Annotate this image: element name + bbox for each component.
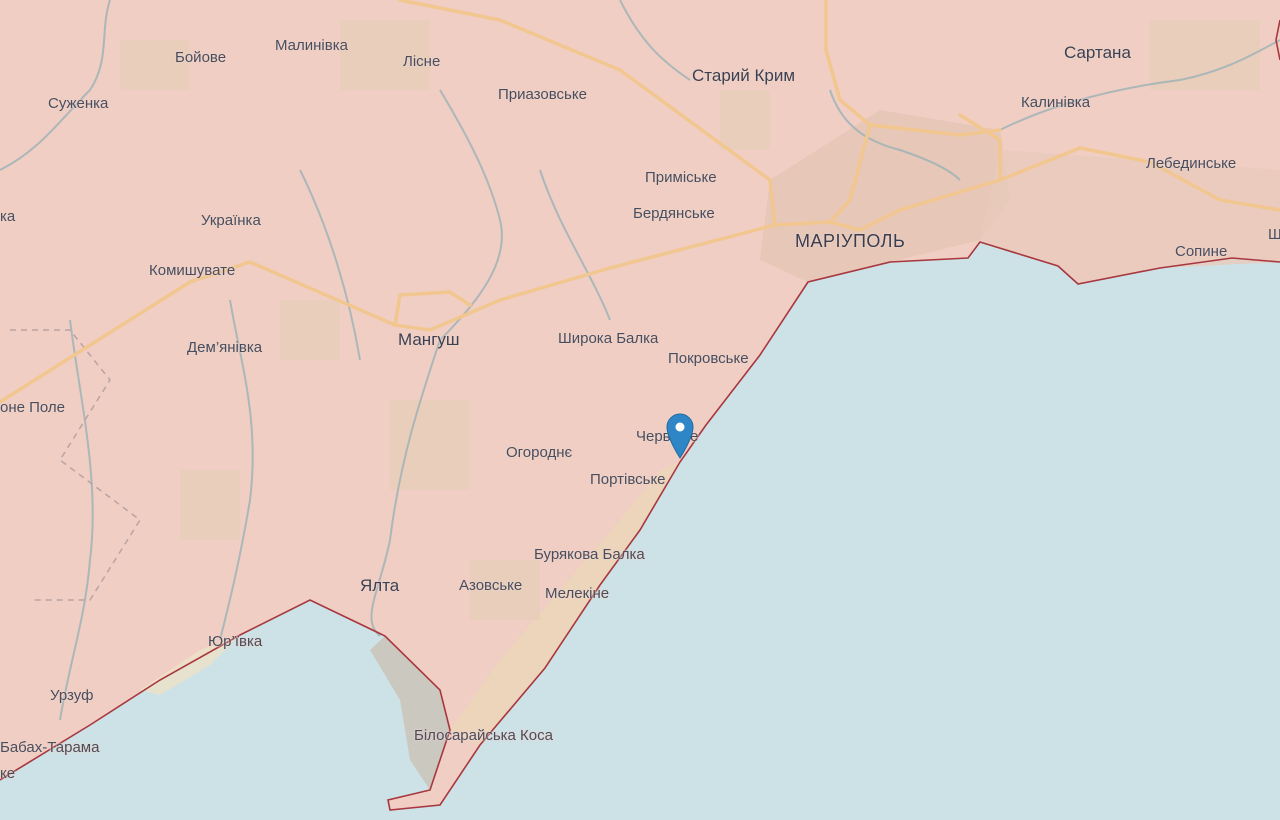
label-ukrainka: Українка — [201, 212, 261, 229]
label-komyshuvate: Комишувате — [149, 262, 236, 279]
map-view[interactable]: Бойове Малинівка Лісне Приазовське Стари… — [0, 0, 1280, 820]
label-azovske: Азовське — [459, 577, 523, 594]
label-demianivka: Дем’янівка — [187, 339, 263, 356]
label-sopyne: Сопине — [1175, 243, 1228, 260]
location-pin[interactable] — [665, 412, 695, 460]
label-suzhenka: Суженка — [48, 95, 109, 112]
label-sartana: Сартана — [1064, 43, 1131, 62]
map-pin-icon — [666, 413, 694, 459]
label-malynivka: Малинівка — [275, 37, 348, 54]
label-sh-partial: Ш — [1268, 226, 1280, 243]
label-portivske: Портівське — [590, 471, 666, 488]
label-lisne: Лісне — [403, 53, 441, 70]
label-manhush: Мангуш — [398, 330, 460, 349]
label-pryazovske: Приазовське — [498, 86, 587, 103]
label-ohorodne: Огороднє — [506, 444, 573, 461]
label-kalynivka: Калинівка — [1021, 94, 1091, 111]
label-pokrovske: Покровське — [668, 350, 749, 367]
label-mariupol: МАРІУПОЛЬ — [795, 231, 906, 251]
map-canvas — [0, 0, 1280, 820]
label-berdianske: Бердянське — [633, 205, 715, 222]
label-yalta: Ялта — [360, 576, 400, 595]
label-buriakova-balka: Бурякова Балка — [534, 546, 645, 563]
label-yurivka: Юр’ївка — [208, 633, 263, 650]
label-ke-partial: ке — [0, 765, 16, 782]
label-prymiske: Приміське — [645, 169, 717, 186]
label-melekine: Мелекіне — [545, 585, 610, 602]
label-urzuf: Урзуф — [50, 687, 94, 704]
label-one-pole-partial: оне Поле — [0, 399, 66, 416]
label-babakh-tarama: Бабах-Тарама — [0, 739, 100, 756]
label-ka-partial: ка — [0, 208, 16, 225]
label-staryi-krym: Старий Крим — [692, 66, 796, 85]
label-boiove: Бойове — [175, 49, 227, 66]
label-lebedynske: Лебединське — [1146, 155, 1237, 172]
label-shyroka-balka: Широка Балка — [558, 330, 659, 347]
label-bilosaraiska-kosa: Білосарайська Коса — [414, 727, 553, 744]
